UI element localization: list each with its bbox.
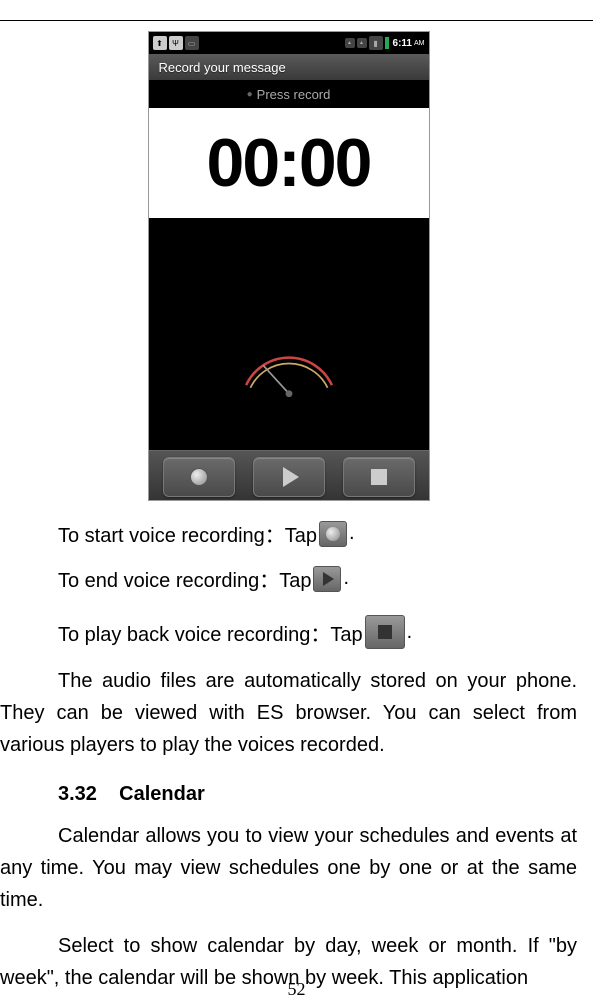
record-icon-inline <box>319 521 347 547</box>
signal-icon-2: ▲ <box>357 38 367 48</box>
vu-meter-area <box>149 218 429 450</box>
play-triangle-icon-inline <box>313 566 341 592</box>
page-number: 52 <box>0 979 593 1000</box>
status-time: 6:11 <box>393 38 412 49</box>
play-button[interactable] <box>253 457 325 497</box>
notification-icon: ⬆ <box>153 36 167 50</box>
recording-timer: 00:00 <box>149 108 429 218</box>
stop-icon <box>371 469 387 485</box>
record-button[interactable] <box>163 457 235 497</box>
document-body: To start voice recording：Tap . To end vo… <box>0 519 577 994</box>
app-title-bar: Record your message <box>149 54 429 80</box>
instruction-end: To end voice recording：Tap . <box>30 564 577 593</box>
start-text: To start voice recording：Tap <box>58 519 317 548</box>
vu-meter-icon <box>219 338 359 398</box>
battery-level-icon <box>385 37 389 49</box>
embedded-screenshot: ⬆ Ψ ▭ ▲ ▲ ▮ 6:11 AM Record your message … <box>148 31 430 501</box>
start-suffix: . <box>349 522 355 545</box>
play-icon <box>283 467 299 487</box>
status-ampm: AM <box>414 40 425 47</box>
end-text: To end voice recording：Tap <box>58 564 311 593</box>
instruction-start: To start voice recording：Tap . <box>30 519 577 548</box>
play-suffix: . <box>407 621 413 644</box>
status-right-icons: ▲ ▲ ▮ 6:11 AM <box>345 36 425 50</box>
usb-icon: Ψ <box>169 36 183 50</box>
hint-text: Press record <box>257 87 331 102</box>
section-heading-calendar: 3.32 Calendar <box>58 783 577 806</box>
status-left-icons: ⬆ Ψ ▭ <box>153 36 199 50</box>
sd-icon: ▭ <box>185 36 199 50</box>
paragraph-calendar-intro: Calendar allows you to view your schedul… <box>0 820 577 916</box>
record-icon <box>190 468 208 486</box>
instruction-playback: To play back voice recording：Tap . <box>30 615 577 649</box>
phone-status-bar: ⬆ Ψ ▭ ▲ ▲ ▮ 6:11 AM <box>149 32 429 54</box>
stop-square-icon-inline <box>365 615 405 649</box>
end-suffix: . <box>343 567 349 590</box>
battery-icon: ▮ <box>369 36 383 50</box>
section-title: Calendar <box>119 783 205 805</box>
section-number: 3.32 <box>58 783 97 805</box>
recorder-controls <box>149 450 429 501</box>
stop-button[interactable] <box>343 457 415 497</box>
signal-icon: ▲ <box>345 38 355 48</box>
paragraph-audio-files: The audio files are automatically stored… <box>0 665 577 761</box>
press-record-hint: Press record <box>149 80 429 108</box>
play-text: To play back voice recording：Tap <box>58 618 363 647</box>
